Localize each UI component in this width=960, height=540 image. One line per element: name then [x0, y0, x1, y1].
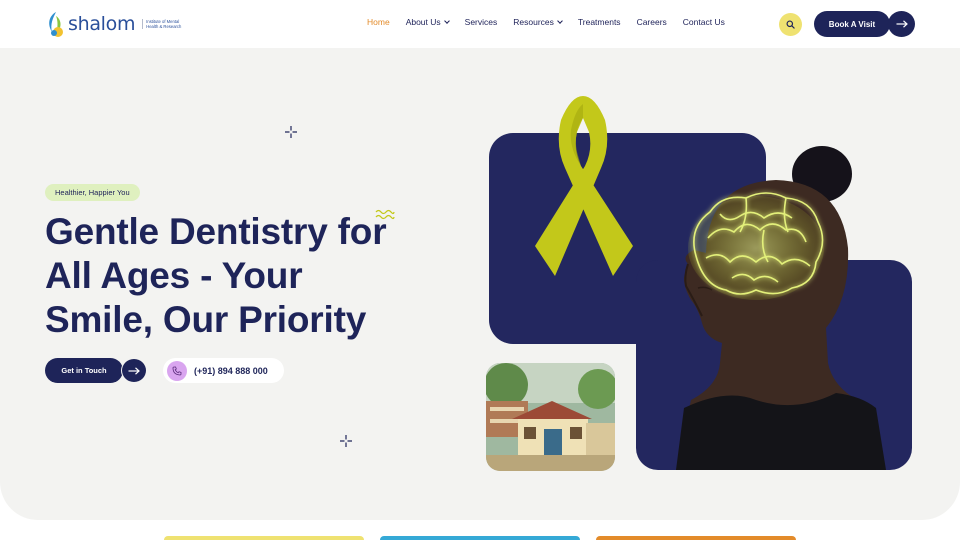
feature-card-top-edge — [164, 536, 364, 540]
nav-item-about-us[interactable]: About Us — [405, 17, 450, 27]
chevron-down-icon — [443, 17, 450, 24]
book-visit-arrow-button[interactable] — [888, 11, 915, 37]
search-button[interactable] — [779, 13, 802, 36]
search-icon — [786, 20, 795, 29]
awareness-ribbon — [535, 96, 633, 276]
nav-label: Careers — [636, 17, 667, 27]
arrow-right-icon — [896, 20, 908, 28]
sparkle-icon — [340, 435, 352, 447]
feature-card-top-edge — [380, 536, 580, 540]
arrow-right-icon — [128, 366, 140, 375]
nav-label: About Us — [405, 17, 441, 27]
hero-section: Healthier, Happier You Gentle Dentistry … — [0, 48, 960, 520]
brand-name: shalom — [68, 13, 136, 35]
woman-portrait-image — [676, 146, 886, 470]
hero-headline: Gentle Dentistry for All Ages - Your Smi… — [45, 211, 387, 340]
nav-label: Contact Us — [682, 17, 725, 27]
get-in-touch-arrow-button[interactable] — [121, 358, 147, 383]
sparkle-icon — [285, 126, 297, 138]
feature-card-top-edge — [596, 536, 796, 540]
brand-tagline: Institute of Mental Health & Research — [142, 19, 182, 29]
phone-number: (+91) 894 888 000 — [194, 365, 268, 376]
get-in-touch-button[interactable]: Get in Touch — [45, 358, 123, 383]
nav-item-services[interactable]: Services — [465, 17, 498, 27]
hero-badge: Healthier, Happier You — [45, 184, 140, 201]
site-header: shalom Institute of Mental Health & Rese… — [0, 0, 960, 48]
nav-item-home[interactable]: Home — [367, 17, 390, 27]
logo-leaf-icon — [44, 10, 66, 38]
nav-label: Resources — [513, 17, 554, 27]
nav-label: Services — [464, 17, 498, 27]
nav-item-resources[interactable]: Resources — [513, 17, 563, 27]
logo[interactable]: shalom Institute of Mental Health & Rese… — [44, 10, 182, 38]
chevron-down-icon — [557, 17, 563, 24]
nav-item-careers[interactable]: Careers — [637, 17, 667, 27]
phone-icon — [167, 360, 187, 381]
clinic-building-photo — [486, 363, 615, 471]
phone-contact[interactable]: (+91) 894 888 000 — [163, 358, 284, 383]
nav-label: Home — [367, 17, 390, 27]
book-visit-button[interactable]: Book A Visit — [814, 11, 890, 37]
nav-label: Treatments — [577, 17, 621, 27]
nav-item-treatments[interactable]: Treatments — [578, 17, 621, 27]
main-nav: Home About Us Services Resources Treatme… — [367, 17, 741, 27]
nav-item-contact-us[interactable]: Contact Us — [683, 17, 725, 27]
